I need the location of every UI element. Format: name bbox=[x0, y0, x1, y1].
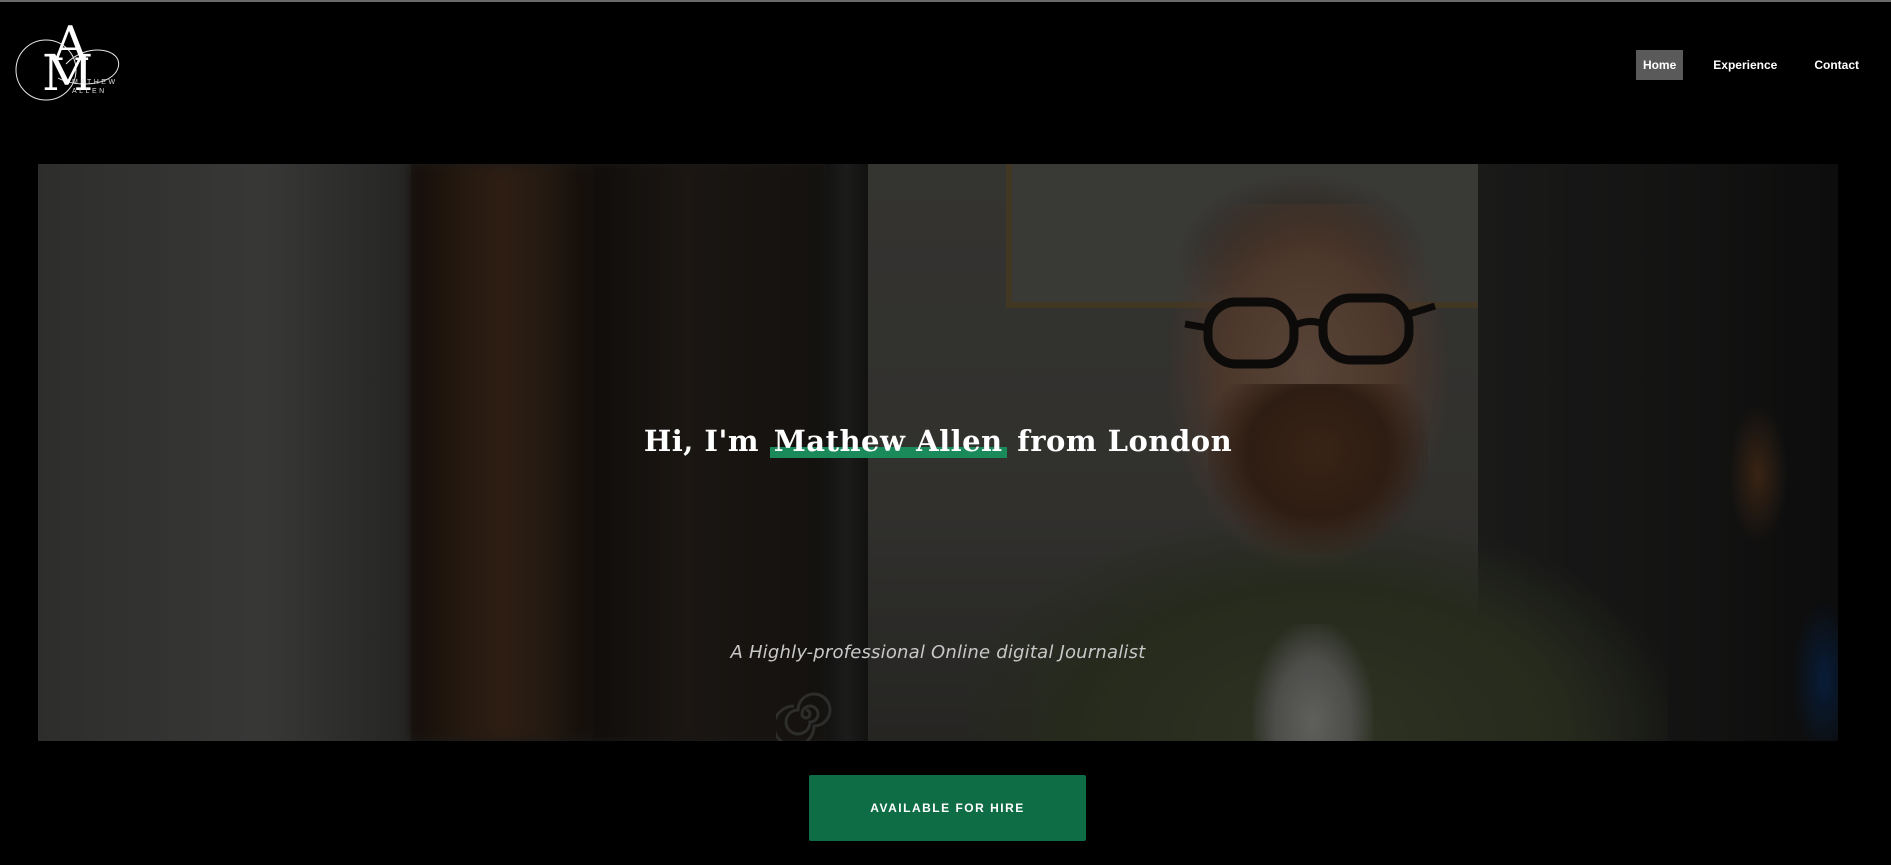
logo-name-line-2: ALLEN bbox=[72, 88, 107, 95]
svg-text:A: A bbox=[52, 16, 89, 72]
main-nav: Home Experience Contact bbox=[1635, 50, 1891, 80]
headline-prefix: Hi, I'm bbox=[643, 424, 760, 459]
top-border bbox=[0, 0, 1891, 2]
headline-suffix: from London bbox=[1017, 424, 1233, 459]
hero-tagline: A Highly-professional Online digital Jou… bbox=[730, 642, 1146, 663]
nav-item-experience[interactable]: Experience bbox=[1706, 50, 1784, 80]
available-for-hire-button[interactable]: AVAILABLE FOR HIRE bbox=[809, 775, 1086, 841]
logo-wordmark: MATHEW ALLEN bbox=[72, 78, 118, 96]
nav-item-contact[interactable]: Contact bbox=[1807, 50, 1866, 80]
headline-name-highlight: Mathew Allen bbox=[769, 421, 1007, 461]
logo-name-line-1: MATHEW bbox=[72, 79, 118, 86]
hero-banner: Hi, I'm Mathew Allen from London A Highl… bbox=[38, 164, 1838, 741]
headline-name: Mathew Allen bbox=[773, 424, 1003, 459]
hero-headline: Hi, I'm Mathew Allen from London bbox=[38, 421, 1838, 461]
site-logo[interactable]: M A MATHEW ALLEN bbox=[6, 12, 126, 102]
nav-item-home[interactable]: Home bbox=[1635, 50, 1684, 80]
